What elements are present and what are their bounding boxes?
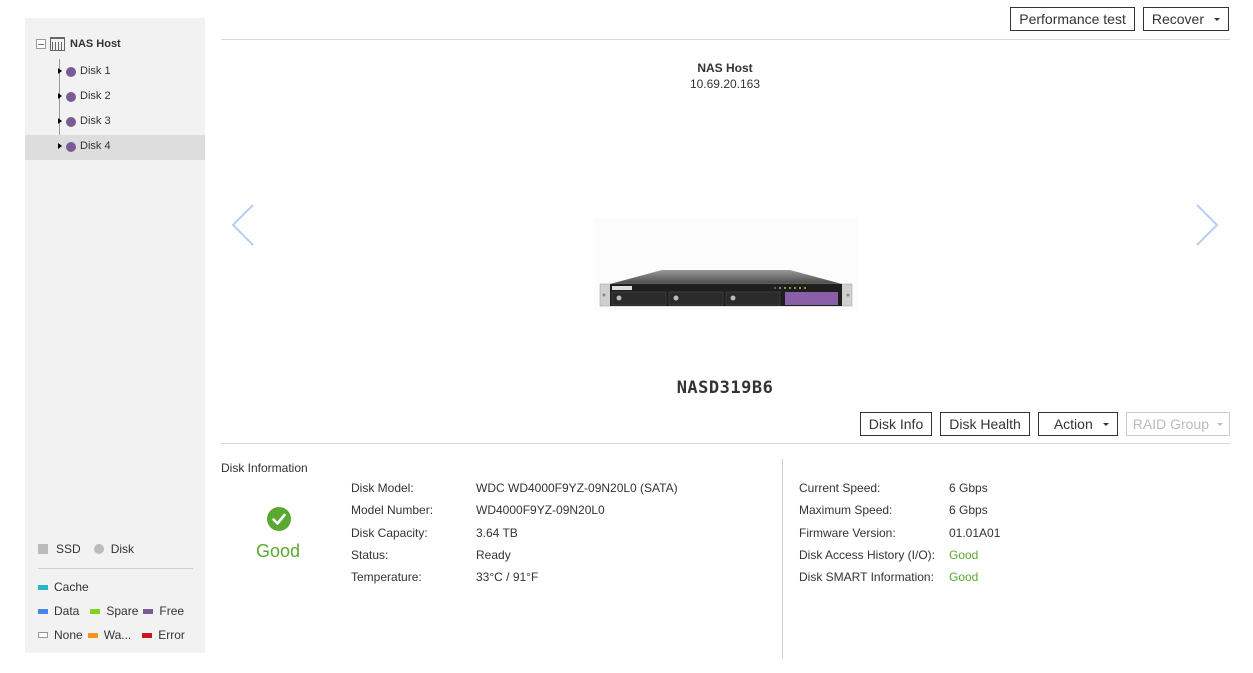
free-swatch-icon	[143, 608, 154, 614]
expand-arrow-icon[interactable]	[58, 143, 62, 149]
ssd-square-icon	[38, 544, 48, 554]
disk-actions-toolbar: Disk Info Disk Health Action RAID Group	[859, 412, 1230, 436]
status-label: Status:	[351, 547, 389, 562]
sidebar: NAS Host Disk 1 Disk 2 Disk 3 Disk 4 SSD…	[25, 18, 205, 653]
recover-dropdown-button[interactable]: Recover	[1142, 7, 1229, 31]
legend-ssd-label: SSD	[56, 542, 81, 556]
disk-access-history-label: Disk Access History (I/O):	[799, 547, 936, 562]
info-labels-left: Disk Model: Model Number: Disk Capacity:…	[351, 481, 433, 592]
disk-dot-icon	[66, 92, 76, 102]
firmware-version-value: 01.01A01	[949, 525, 1001, 540]
model-number-value: WD4000F9YZ-09N20L0	[476, 503, 605, 518]
mid-divider	[221, 443, 1230, 444]
info-labels-right: Current Speed: Maximum Speed: Firmware V…	[799, 481, 935, 592]
maximum-speed-label: Maximum Speed:	[799, 503, 893, 518]
expand-arrow-icon[interactable]	[58, 93, 62, 99]
host-ip: 10.69.20.163	[689, 77, 761, 91]
nas-device-image	[594, 218, 858, 310]
disk-smart-information-label: Disk SMART Information:	[799, 570, 934, 585]
data-swatch-icon	[38, 608, 48, 614]
disk-dot-icon	[66, 142, 76, 152]
legend-row: None Wa... Error	[38, 628, 190, 642]
caret-down-icon	[1217, 422, 1223, 426]
nas-host-icon	[50, 37, 65, 51]
status-value: Ready	[476, 547, 511, 562]
tree-item-disk-4[interactable]: Disk 4	[25, 135, 205, 160]
legend-disk-label: Disk	[110, 542, 135, 556]
tree-item-label: Disk 2	[80, 90, 111, 102]
disk-circle-icon	[93, 544, 104, 554]
disk-capacity-label: Disk Capacity:	[351, 525, 428, 540]
legend-divider	[38, 568, 193, 569]
top-toolbar: Performance test Recover	[1010, 7, 1229, 31]
legend-error-label: Error	[158, 628, 185, 642]
health-status-label: Good	[255, 541, 301, 561]
tree-item-label: Disk 1	[80, 65, 111, 77]
host-name: NAS Host	[697, 61, 753, 75]
info-values-left: WDC WD4000F9YZ-09N20L0 (SATA) WD4000F9YZ…	[476, 481, 678, 592]
legend-free-label: Free	[159, 604, 185, 618]
legend-none-label: None	[54, 628, 83, 642]
cache-swatch-icon	[38, 584, 48, 590]
current-speed-value: 6 Gbps	[949, 481, 988, 495]
disk-dot-icon	[66, 67, 76, 77]
legend-spare-label: Spare	[106, 604, 139, 618]
disk-model-label: Disk Model:	[351, 481, 414, 495]
tree-item-disk-3[interactable]: Disk 3	[25, 110, 205, 135]
error-swatch-icon	[142, 632, 153, 638]
none-swatch-icon	[38, 632, 48, 638]
temperature-value: 33°C / 91°F	[476, 570, 539, 585]
tree-item-disk-1[interactable]: Disk 1	[25, 60, 205, 85]
warning-swatch-icon	[87, 632, 98, 638]
firmware-version-label: Firmware Version:	[799, 525, 896, 540]
top-divider	[221, 39, 1230, 40]
disk-capacity-value: 3.64 TB	[476, 525, 518, 540]
next-arrow-icon[interactable]	[1192, 200, 1222, 250]
spare-swatch-icon	[90, 608, 101, 614]
device-model-name: NASD319B6	[676, 378, 774, 398]
check-circle-icon	[267, 507, 291, 531]
tree-item-label: Disk 3	[80, 115, 111, 127]
legend-row: Data Spare Free	[38, 604, 189, 618]
disk-health-button[interactable]: Disk Health	[940, 412, 1030, 436]
raid-group-label: RAID Group	[1132, 416, 1209, 432]
disk-dot-icon	[66, 117, 76, 127]
caret-down-icon	[1102, 422, 1109, 426]
disk-info-button[interactable]: Disk Info	[859, 412, 933, 436]
raid-group-dropdown-button[interactable]: RAID Group	[1125, 412, 1230, 436]
legend-types: SSD Disk	[38, 542, 134, 556]
info-column-divider	[782, 459, 783, 659]
tree-item-label: Disk 4	[80, 140, 111, 152]
legend-cache-label: Cache	[54, 580, 89, 594]
disk-model-value: WDC WD4000F9YZ-09N20L0 (SATA)	[476, 481, 678, 495]
legend-row: Cache	[38, 580, 94, 594]
disk-information-title: Disk Information	[221, 461, 308, 475]
expand-arrow-icon[interactable]	[58, 68, 62, 74]
legend-warning-label: Wa...	[103, 628, 132, 642]
disk-smart-information-value[interactable]: Good	[949, 570, 1000, 592]
maximum-speed-value: 6 Gbps	[949, 503, 988, 518]
expand-arrow-icon[interactable]	[58, 118, 62, 124]
legend-data-label: Data	[54, 604, 80, 618]
tree-root-label: NAS Host	[70, 38, 121, 50]
model-number-label: Model Number:	[351, 503, 434, 518]
recover-label: Recover	[1151, 11, 1204, 27]
collapse-icon[interactable]	[36, 39, 46, 49]
action-dropdown-button[interactable]: Action	[1037, 412, 1118, 436]
tree-item-disk-2[interactable]: Disk 2	[25, 85, 205, 110]
previous-arrow-icon[interactable]	[228, 200, 258, 250]
caret-down-icon	[1214, 17, 1220, 21]
tree-root-nas-host[interactable]: NAS Host	[25, 36, 205, 54]
current-speed-label: Current Speed:	[799, 481, 881, 495]
info-values-right: 6 Gbps 6 Gbps 01.01A01 Good Good	[949, 481, 1000, 592]
disk-access-history-value[interactable]: Good	[949, 548, 1000, 570]
temperature-label: Temperature:	[351, 570, 422, 585]
performance-test-button[interactable]: Performance test	[1010, 7, 1135, 31]
action-label: Action	[1053, 416, 1093, 432]
